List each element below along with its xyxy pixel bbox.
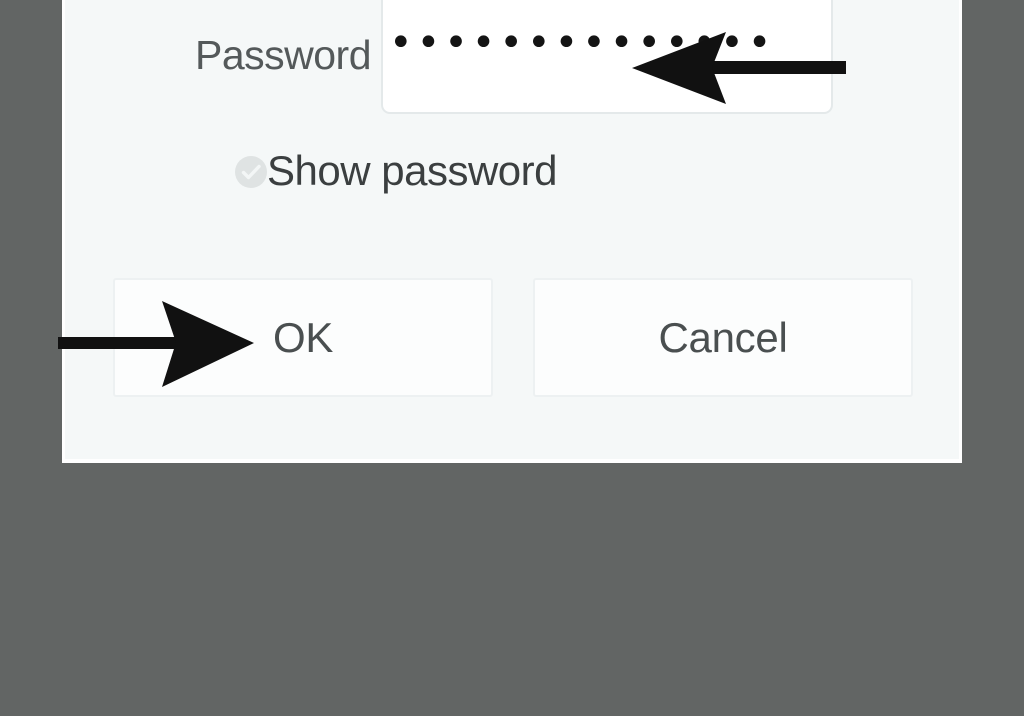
check-circle-icon[interactable] bbox=[234, 155, 268, 189]
password-label: Password bbox=[195, 32, 372, 78]
password-field-row: Password •••••••••••••• bbox=[65, 0, 959, 125]
cancel-button[interactable]: Cancel bbox=[533, 278, 913, 397]
show-password-label: Show password bbox=[267, 147, 557, 194]
password-input[interactable]: •••••••••••••• bbox=[381, 0, 833, 114]
ok-button[interactable]: OK bbox=[113, 278, 493, 397]
dialog-button-row: OK Cancel bbox=[65, 278, 959, 408]
password-dialog: Password •••••••••••••• Show password OK… bbox=[62, 0, 962, 463]
password-masked-value: •••••••••••••• bbox=[389, 20, 776, 66]
